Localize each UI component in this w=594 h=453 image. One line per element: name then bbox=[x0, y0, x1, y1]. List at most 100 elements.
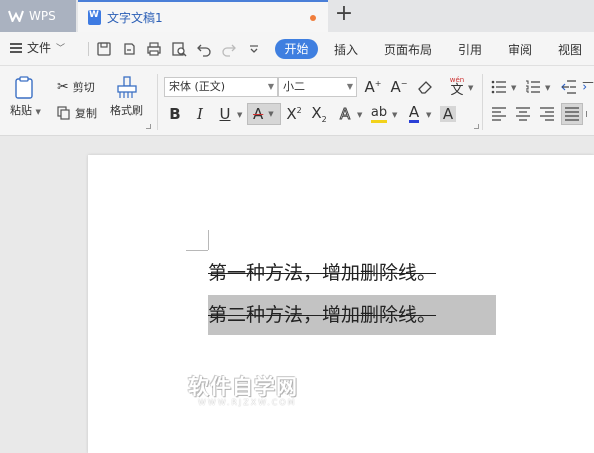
strikethrough-button[interactable]: A ▼ bbox=[247, 103, 281, 125]
document-page[interactable]: 第一种方法，增加删除线。 第二种方法，增加删除线。 软件自学网 WWW.RJZX… bbox=[88, 155, 594, 453]
subscript-button[interactable]: X2 bbox=[308, 103, 330, 125]
caret-down-icon[interactable]: ▼ bbox=[392, 111, 397, 119]
caret-down-icon: ▼ bbox=[35, 108, 41, 116]
font-size-value: 小二 bbox=[283, 80, 305, 93]
customize-quick-access-button[interactable] bbox=[245, 40, 263, 58]
caret-down-icon[interactable]: ▼ bbox=[545, 84, 550, 92]
character-shading-button[interactable]: A bbox=[437, 103, 459, 125]
bullets-button[interactable] bbox=[488, 76, 510, 98]
align-center-icon bbox=[516, 107, 530, 121]
underline-icon: U bbox=[219, 105, 231, 123]
decrease-indent-button[interactable] bbox=[558, 76, 580, 98]
italic-button[interactable]: I bbox=[189, 103, 211, 125]
italic-icon: I bbox=[197, 105, 203, 123]
tab-page-layout[interactable]: 页面布局 bbox=[384, 41, 432, 58]
tab-insert[interactable]: 插入 bbox=[334, 41, 358, 58]
indent-icon bbox=[582, 82, 594, 90]
paste-label: 粘贴 bbox=[10, 104, 32, 117]
bold-icon: B bbox=[169, 105, 181, 123]
font-group-launcher-icon[interactable] bbox=[474, 124, 479, 129]
numbering-button[interactable] bbox=[522, 76, 544, 98]
bold-button[interactable]: B bbox=[164, 103, 186, 125]
phonetic-guide-button[interactable]: wén 文 bbox=[443, 75, 471, 97]
font-color-icon: A bbox=[408, 103, 420, 123]
clipboard-group-launcher-icon[interactable] bbox=[146, 124, 151, 129]
align-left-button[interactable] bbox=[488, 103, 510, 125]
save-icon bbox=[97, 42, 111, 56]
paragraph-line-2-selected[interactable]: 第二种方法，增加删除线。 bbox=[208, 295, 496, 335]
numbered-list-icon bbox=[526, 80, 540, 93]
export-icon bbox=[124, 43, 135, 55]
clear-formatting-button[interactable] bbox=[414, 76, 436, 98]
grow-font-icon: A+ bbox=[364, 78, 382, 96]
bullet-list-icon bbox=[491, 80, 506, 94]
tab-references[interactable]: 引用 bbox=[458, 41, 482, 58]
save-button[interactable] bbox=[95, 40, 113, 58]
font-name-select[interactable]: 宋体 (正文) ▼ bbox=[164, 77, 278, 97]
strikethrough-icon: A bbox=[253, 105, 264, 123]
wps-home-tab[interactable]: WPS bbox=[0, 0, 76, 32]
align-center-button[interactable] bbox=[512, 103, 534, 125]
tab-view[interactable]: 视图 bbox=[558, 41, 582, 58]
phonetic-icon: 文 bbox=[450, 82, 464, 98]
caret-down-icon[interactable]: ▼ bbox=[357, 111, 362, 119]
decrease-font-size-button[interactable]: A− bbox=[388, 76, 410, 98]
caret-down-icon: ▼ bbox=[267, 82, 274, 91]
eraser-icon bbox=[418, 81, 432, 94]
undo-button[interactable] bbox=[195, 40, 213, 58]
wps-tab-label: WPS bbox=[29, 9, 56, 23]
paintbrush-icon bbox=[116, 76, 137, 98]
file-menu-button[interactable]: 文件 ﹀ bbox=[10, 39, 65, 56]
copy-button[interactable]: 复制 bbox=[57, 105, 97, 121]
justify-icon bbox=[565, 107, 579, 121]
watermark-url: WWW.RJZXW.COM bbox=[198, 398, 297, 407]
character-shading-icon: A bbox=[439, 106, 457, 122]
document-canvas[interactable]: 第一种方法，增加删除线。 第二种方法，增加删除线。 软件自学网 WWW.RJZX… bbox=[0, 137, 594, 453]
undo-icon bbox=[197, 44, 211, 57]
font-color-button[interactable]: A bbox=[403, 103, 425, 125]
subscript-icon: X2 bbox=[311, 104, 327, 124]
document-tab[interactable]: 文字文稿1 bbox=[78, 0, 328, 32]
align-right-button[interactable] bbox=[536, 103, 558, 125]
underline-button[interactable]: U bbox=[214, 103, 236, 125]
print-button[interactable] bbox=[145, 40, 163, 58]
print-preview-button[interactable] bbox=[170, 40, 188, 58]
highlight-button[interactable]: ab bbox=[368, 103, 390, 125]
new-tab-button[interactable]: + bbox=[333, 3, 355, 26]
caret-down-icon[interactable]: ▼ bbox=[468, 84, 473, 92]
shrink-font-icon: A− bbox=[390, 78, 408, 96]
print-icon bbox=[147, 42, 161, 56]
redo-button[interactable] bbox=[220, 40, 238, 58]
caret-down-icon[interactable]: ▼ bbox=[426, 111, 431, 119]
caret-down-icon[interactable]: ▼ bbox=[511, 84, 516, 92]
hamburger-icon bbox=[10, 42, 22, 53]
format-painter-label: 格式刷 bbox=[110, 104, 143, 117]
font-size-select[interactable]: 小二 ▼ bbox=[278, 77, 357, 97]
cut-button[interactable]: ✂ 剪切 bbox=[57, 79, 95, 95]
tab-home[interactable]: 开始 bbox=[275, 39, 318, 59]
outdent-icon bbox=[561, 80, 576, 94]
align-left-icon bbox=[492, 107, 506, 121]
paragraph-line-1[interactable]: 第一种方法，增加删除线。 bbox=[208, 258, 436, 285]
redo-icon bbox=[222, 44, 236, 57]
paste-button[interactable]: 粘贴 ▼ bbox=[10, 76, 41, 118]
chevron-down-icon: ﹀ bbox=[56, 44, 66, 54]
distributed-align-button[interactable] bbox=[586, 103, 594, 125]
menu-divider bbox=[88, 42, 89, 56]
increase-font-size-button[interactable]: A+ bbox=[362, 76, 384, 98]
file-menu-label: 文件 bbox=[27, 41, 52, 55]
text-effects-button[interactable]: A bbox=[334, 103, 356, 125]
font-name-value: 宋体 (正文) bbox=[169, 80, 226, 93]
format-painter-button[interactable]: 格式刷 bbox=[110, 76, 143, 118]
caret-down-icon: ▼ bbox=[268, 110, 274, 118]
caret-down-icon[interactable]: ▼ bbox=[237, 111, 242, 119]
export-pdf-button[interactable] bbox=[120, 40, 138, 58]
watermark-title: 软件自学网 bbox=[188, 375, 298, 399]
copy-icon bbox=[57, 106, 70, 120]
tab-review[interactable]: 审阅 bbox=[508, 41, 532, 58]
justify-button[interactable] bbox=[561, 103, 583, 125]
superscript-button[interactable]: X2 bbox=[283, 103, 305, 125]
increase-indent-button[interactable] bbox=[582, 76, 594, 98]
scissors-icon: ✂ bbox=[57, 79, 69, 95]
ribbon-divider bbox=[482, 74, 483, 130]
